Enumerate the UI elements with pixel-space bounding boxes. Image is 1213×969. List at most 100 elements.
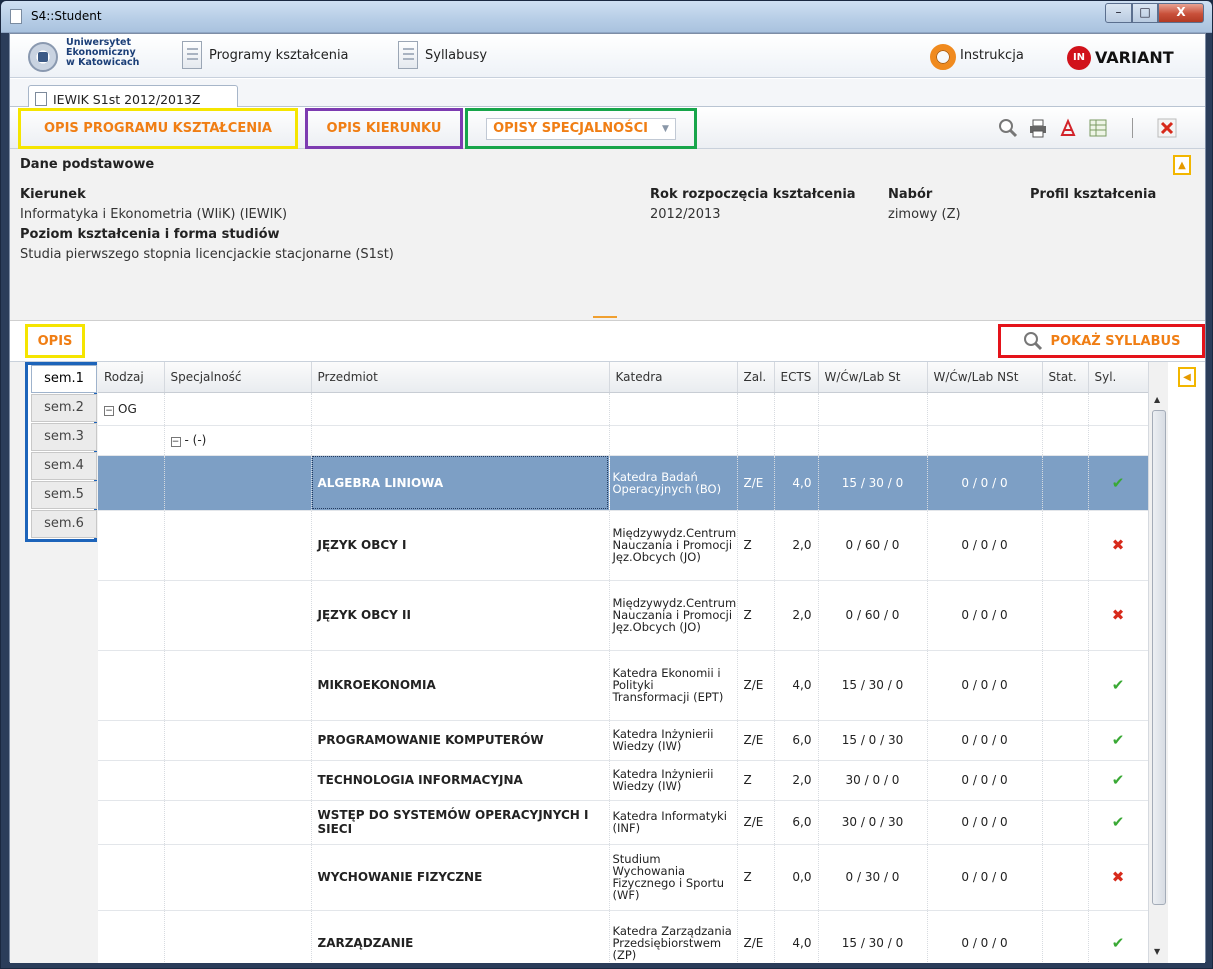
pdf-icon[interactable] bbox=[1058, 118, 1078, 138]
collapse-subgroup-icon[interactable]: − bbox=[170, 437, 181, 447]
cell-nst[interactable]: 0 / 0 / 0 bbox=[927, 580, 1043, 651]
cell-zal[interactable]: Z bbox=[737, 844, 775, 911]
cell-stat[interactable] bbox=[1042, 455, 1089, 511]
cell-nst[interactable]: 0 / 0 / 0 bbox=[927, 510, 1043, 581]
splitter-handle[interactable] bbox=[593, 316, 617, 318]
help-lifebuoy-icon[interactable] bbox=[930, 44, 956, 70]
table-row[interactable]: PROGRAMOWANIE KOMPUTERÓW Katedra Inżynier… bbox=[98, 720, 1148, 761]
cell-syl[interactable]: ✔ bbox=[1088, 910, 1148, 963]
cell-nst[interactable]: 0 / 0 / 0 bbox=[927, 910, 1043, 963]
help-button[interactable]: Instrukcja bbox=[960, 48, 1024, 63]
cell-specjalnosc[interactable] bbox=[164, 455, 312, 511]
table-row[interactable]: WSTĘP DO SYSTEMÓW OPERACYJNYCH I SIECI Ka… bbox=[98, 800, 1148, 845]
cell-ects[interactable]: 6,0 bbox=[774, 720, 819, 761]
close-button[interactable]: X bbox=[1158, 3, 1204, 23]
tab-sem-3[interactable]: sem.3 bbox=[31, 423, 97, 451]
cell-nst[interactable]: 0 / 0 / 0 bbox=[927, 844, 1043, 911]
table-row[interactable]: TECHNOLOGIA INFORMACYJNA Katedra Inżynier… bbox=[98, 760, 1148, 801]
tab-sem-6[interactable]: sem.6 bbox=[31, 510, 97, 538]
cell-katedra[interactable]: Katedra Badań Operacyjnych (BO) bbox=[609, 455, 738, 511]
table-row[interactable]: MIKROEKONOMIA Katedra Ekonomii i Polityki… bbox=[98, 650, 1148, 721]
show-syllabus-button[interactable]: POKAŻ SYLLABUS bbox=[998, 324, 1205, 358]
cell-rodzaj[interactable] bbox=[98, 455, 165, 511]
opisy-specjalnosci-tab[interactable]: OPISY SPECJALNOŚCI ▼ bbox=[465, 108, 697, 149]
cell-katedra[interactable]: Katedra Zarządzania Przedsiębiorstwem (Z… bbox=[609, 910, 738, 963]
cell-rodzaj[interactable] bbox=[98, 844, 165, 911]
col-rodzaj[interactable]: Rodzaj bbox=[98, 362, 165, 393]
cell-nst[interactable]: 0 / 0 / 0 bbox=[927, 760, 1043, 801]
cell-zal[interactable]: Z/E bbox=[737, 650, 775, 721]
cell-ects[interactable]: 4,0 bbox=[774, 910, 819, 963]
opis-tab[interactable]: OPIS bbox=[25, 324, 85, 358]
cell-st[interactable]: 15 / 30 / 0 bbox=[818, 910, 928, 963]
programs-button[interactable]: Programy kształcenia bbox=[209, 48, 349, 63]
cell-przedmiot[interactable]: TECHNOLOGIA INFORMACYJNA bbox=[311, 760, 610, 801]
spreadsheet-icon[interactable] bbox=[1088, 118, 1108, 138]
cell-stat[interactable] bbox=[1042, 800, 1089, 845]
cell-st[interactable]: 0 / 60 / 0 bbox=[818, 580, 928, 651]
cell-nst[interactable]: 0 / 0 / 0 bbox=[927, 455, 1043, 511]
cell-syl[interactable]: ✔ bbox=[1088, 650, 1148, 721]
cell-przedmiot[interactable]: PROGRAMOWANIE KOMPUTERÓW bbox=[311, 720, 610, 761]
cell-rodzaj[interactable] bbox=[98, 650, 165, 721]
cell-rodzaj[interactable] bbox=[98, 510, 165, 581]
cell-przedmiot[interactable]: ALGEBRA LINIOWA bbox=[311, 455, 610, 511]
cell-stat[interactable] bbox=[1042, 910, 1089, 963]
col-zal[interactable]: Zal. bbox=[737, 362, 775, 393]
cell-ects[interactable]: 4,0 bbox=[774, 650, 819, 721]
col-ects[interactable]: ECTS bbox=[774, 362, 819, 393]
cell-st[interactable]: 15 / 30 / 0 bbox=[818, 455, 928, 511]
cell-katedra[interactable]: Międzywydz.Centrum Nauczania i Promocji … bbox=[609, 510, 738, 581]
cell-rodzaj[interactable] bbox=[98, 910, 165, 963]
group-spec-cell[interactable]: − - (-) bbox=[164, 425, 312, 456]
col-katedra[interactable]: Katedra bbox=[609, 362, 738, 393]
cell-przedmiot[interactable]: MIKROEKONOMIA bbox=[311, 650, 610, 721]
cell-przedmiot[interactable]: JĘZYK OBCY II bbox=[311, 580, 610, 651]
cell-syl[interactable]: ✖ bbox=[1088, 844, 1148, 911]
scroll-down-icon[interactable]: ▼ bbox=[1154, 947, 1160, 956]
cell-specjalnosc[interactable] bbox=[164, 720, 312, 761]
cell-zal[interactable]: Z/E bbox=[737, 800, 775, 845]
cell-nst[interactable]: 0 / 0 / 0 bbox=[927, 650, 1043, 721]
cell-zal[interactable]: Z bbox=[737, 760, 775, 801]
cell-syl[interactable]: ✔ bbox=[1088, 720, 1148, 761]
cell-katedra[interactable]: Międzywydz.Centrum Nauczania i Promocji … bbox=[609, 580, 738, 651]
col-st[interactable]: W/Ćw/Lab St bbox=[818, 362, 928, 393]
cell-ects[interactable]: 2,0 bbox=[774, 510, 819, 581]
cell-katedra[interactable]: Katedra Inżynierii Wiedzy (IW) bbox=[609, 760, 738, 801]
cell-specjalnosc[interactable] bbox=[164, 580, 312, 651]
scroll-up-icon[interactable]: ▲ bbox=[1154, 395, 1160, 404]
cell-zal[interactable]: Z/E bbox=[737, 720, 775, 761]
tab-sem-1[interactable]: sem.1 bbox=[31, 365, 97, 393]
cell-katedra[interactable]: Katedra Ekonomii i Polityki Transformacj… bbox=[609, 650, 738, 721]
cell-stat[interactable] bbox=[1042, 510, 1089, 581]
group-row-spec[interactable]: − - (-) bbox=[98, 425, 1148, 456]
col-specjalnosc[interactable]: Specjalność bbox=[164, 362, 312, 393]
programs-icon[interactable] bbox=[182, 41, 202, 69]
maximize-button[interactable]: □ bbox=[1132, 3, 1158, 23]
table-row[interactable]: JĘZYK OBCY II Międzywydz.Centrum Nauczani… bbox=[98, 580, 1148, 651]
cell-syl[interactable]: ✔ bbox=[1088, 455, 1148, 511]
tab-sem-4[interactable]: sem.4 bbox=[31, 452, 97, 480]
specialization-dropdown[interactable]: OPISY SPECJALNOŚCI ▼ bbox=[486, 117, 676, 140]
cell-rodzaj[interactable] bbox=[98, 720, 165, 761]
cell-zal[interactable]: Z bbox=[737, 580, 775, 651]
table-row[interactable]: WYCHOWANIE FIZYCZNE Studium Wychowania Fi… bbox=[98, 844, 1148, 911]
cell-syl[interactable]: ✖ bbox=[1088, 510, 1148, 581]
cell-specjalnosc[interactable] bbox=[164, 760, 312, 801]
cell-rodzaj[interactable] bbox=[98, 580, 165, 651]
cell-syl[interactable]: ✖ bbox=[1088, 580, 1148, 651]
cell-ects[interactable]: 0,0 bbox=[774, 844, 819, 911]
cell-st[interactable]: 0 / 60 / 0 bbox=[818, 510, 928, 581]
cell-st[interactable]: 30 / 0 / 0 bbox=[818, 760, 928, 801]
search-icon[interactable] bbox=[998, 118, 1018, 138]
cell-zal[interactable]: Z bbox=[737, 510, 775, 581]
cell-ects[interactable]: 2,0 bbox=[774, 760, 819, 801]
title-bar[interactable]: S4::Student – □ X bbox=[1, 1, 1212, 33]
tab-sem-5[interactable]: sem.5 bbox=[31, 481, 97, 509]
syllabi-icon[interactable] bbox=[398, 41, 418, 69]
col-przedmiot[interactable]: Przedmiot bbox=[311, 362, 610, 393]
collapse-left-icon[interactable]: ◀ bbox=[1178, 367, 1196, 387]
cell-syl[interactable]: ✔ bbox=[1088, 800, 1148, 845]
cell-stat[interactable] bbox=[1042, 580, 1089, 651]
